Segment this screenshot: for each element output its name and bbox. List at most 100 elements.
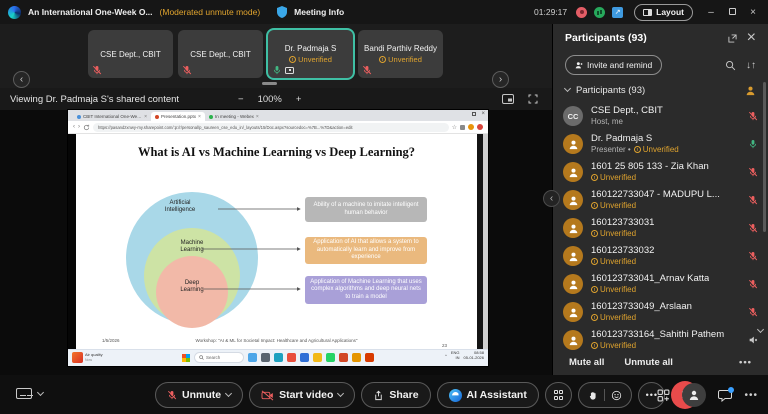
reactions-button[interactable] [578, 382, 632, 408]
participant-row[interactable]: 1601 25 805 133 - Zia Khan !Unverified [553, 158, 768, 186]
browser-tab[interactable]: CBIT International One-Week Onl... × [73, 112, 151, 121]
participant-row[interactable]: 160123733032 !Unverified [553, 242, 768, 270]
weather-widget[interactable]: Air qualityNow [72, 352, 103, 363]
participant-name: 160123733049_Arslaan [591, 301, 692, 313]
share-icon [373, 390, 384, 401]
url-field[interactable]: https://pasandzxnwy-my.sharepoint.com/:p… [93, 123, 449, 132]
participant-role: Presenter • [591, 145, 631, 155]
taskbar-app-icon[interactable] [313, 353, 322, 362]
windows-start-icon[interactable] [182, 354, 190, 362]
taskbar-tray[interactable]: ^ ENGIN 08:5805-01-2026 [445, 351, 484, 361]
bookmark-star-icon[interactable]: ☆ [452, 124, 457, 131]
camera-on-icon [285, 67, 294, 74]
video-thumbnail[interactable]: Bandi Parthiv Reddy !Unverified [358, 30, 443, 78]
taskbar-app-icon[interactable] [248, 353, 257, 362]
taskbar-app-icon[interactable] [274, 353, 283, 362]
video-thumbnail[interactable]: Dr. Padmaja S !Unverified [268, 30, 353, 78]
thumbnail-name: Bandi Parthiv Reddy [364, 44, 437, 53]
collapse-section-icon[interactable] [564, 85, 571, 92]
thumbnail-mic-icon [272, 65, 282, 75]
refresh-icon[interactable] [83, 124, 90, 131]
sort-participants-icon[interactable]: ↓↑ [746, 60, 756, 71]
video-thumbnail[interactable]: CSE Dept., CBIT [178, 30, 263, 78]
slide-scrollbar[interactable] [483, 134, 488, 349]
browser-tabbar: × CBIT International One-Week Onl... × P… [68, 110, 488, 121]
maximize-button[interactable] [725, 7, 739, 18]
tab-close-icon[interactable]: × [256, 114, 259, 120]
browser-tab[interactable]: In meeting - Webex × [205, 112, 263, 121]
participant-name: 160122733047 - MADUPU L... [591, 189, 720, 201]
share-screen-indicator-icon[interactable]: ↗ [612, 7, 623, 18]
start-video-button[interactable]: Start video [249, 382, 355, 408]
taskbar-app-icon[interactable] [352, 353, 361, 362]
zoom-in-button[interactable]: + [296, 94, 302, 105]
taskbar-app-icon[interactable] [365, 353, 374, 362]
taskbar-search[interactable]: Search [194, 352, 244, 363]
meeting-info-button[interactable]: Meeting Info [294, 7, 344, 17]
captions-options-icon[interactable] [37, 388, 44, 395]
back-icon[interactable]: ‹ [73, 124, 75, 130]
filmstrip-previous-button[interactable]: ‹ [13, 71, 30, 88]
browser-maximize-icon[interactable] [472, 112, 476, 116]
record-indicator-icon[interactable] [576, 7, 587, 18]
account-avatar[interactable] [468, 124, 474, 130]
close-panel-icon[interactable]: × [747, 29, 756, 47]
unverified-badge: !Unverified [591, 229, 636, 239]
taskbar-app-icon[interactable] [326, 353, 335, 362]
taskbar-app-icon[interactable] [287, 353, 296, 362]
participant-row[interactable]: Dr. Padmaja S Presenter • !Unverified [553, 130, 768, 158]
participant-row[interactable]: 160122733047 - MADUPU L... !Unverified [553, 186, 768, 214]
invite-and-remind-button[interactable]: Invite and remind [565, 55, 662, 75]
fullscreen-icon[interactable] [528, 94, 538, 104]
taskbar-app-icon[interactable] [300, 353, 309, 362]
elapsed-time: 01:29:17 [534, 7, 567, 17]
participant-mic-status [748, 251, 758, 261]
taskbar-app-icon[interactable] [261, 353, 270, 362]
search-participants-icon[interactable] [725, 60, 736, 71]
extensions-icon[interactable] [460, 125, 465, 130]
unmute-all-button[interactable]: Unmute all [624, 357, 673, 368]
tray-expand-icon[interactable]: ^ [445, 353, 447, 358]
pip-view-icon[interactable] [502, 94, 514, 104]
thumbnail-mic-icon [182, 65, 192, 75]
filmstrip-next-button[interactable]: › [492, 71, 509, 88]
video-thumbnail[interactable]: CSE Dept., CBIT [88, 30, 173, 78]
meeting-health-icon[interactable] [594, 7, 605, 18]
participant-row[interactable]: CC CSE Dept., CBIT Host, me [553, 102, 768, 130]
audio-options-icon[interactable] [225, 390, 232, 397]
tab-close-icon[interactable]: × [144, 114, 147, 120]
video-options-icon[interactable] [337, 390, 344, 397]
participants-more-icon[interactable]: ••• [739, 357, 752, 368]
close-button[interactable]: × [746, 7, 760, 18]
taskbar-app-icon[interactable] [339, 353, 348, 362]
ai-assistant-button[interactable]: AI Assistant [437, 382, 539, 408]
tab-favicon [209, 115, 213, 119]
collapse-panel-button[interactable]: ‹ [543, 190, 560, 207]
layout-button[interactable]: Layout [634, 4, 693, 21]
layout-apps-icon[interactable] [657, 389, 670, 402]
slide-letterbox-left [68, 134, 76, 349]
layout-grid-icon [643, 9, 652, 16]
participant-row[interactable]: 160123733041_Arnav Katta !Unverified [553, 270, 768, 298]
zoom-out-button[interactable]: − [238, 94, 244, 105]
popout-panel-icon[interactable] [728, 34, 737, 43]
tab-favicon [155, 115, 159, 119]
unmute-button[interactable]: Unmute [155, 382, 243, 408]
captions-icon[interactable] [16, 388, 32, 399]
panel-scrollbar[interactable] [763, 82, 766, 232]
browser-tab[interactable]: Presentation.pptx × [151, 112, 205, 121]
more-panels-icon[interactable]: ••• [744, 390, 758, 401]
minimize-button[interactable]: – [704, 7, 718, 18]
participant-row[interactable]: 160123733031 !Unverified [553, 214, 768, 242]
forward-icon[interactable]: › [78, 124, 80, 130]
chat-toggle-button[interactable] [718, 389, 732, 402]
filmstrip-drag-handle[interactable] [262, 82, 277, 85]
participants-toggle-button[interactable] [682, 383, 706, 407]
browser-close-icon[interactable]: × [481, 111, 485, 117]
tab-close-icon[interactable]: × [198, 114, 201, 120]
browser-profile-icon[interactable] [477, 124, 483, 130]
apps-button[interactable] [545, 382, 573, 408]
participant-row[interactable]: 160123733049_Arslaan !Unverified [553, 298, 768, 326]
share-button[interactable]: Share [361, 382, 430, 408]
mute-all-button[interactable]: Mute all [569, 357, 604, 368]
